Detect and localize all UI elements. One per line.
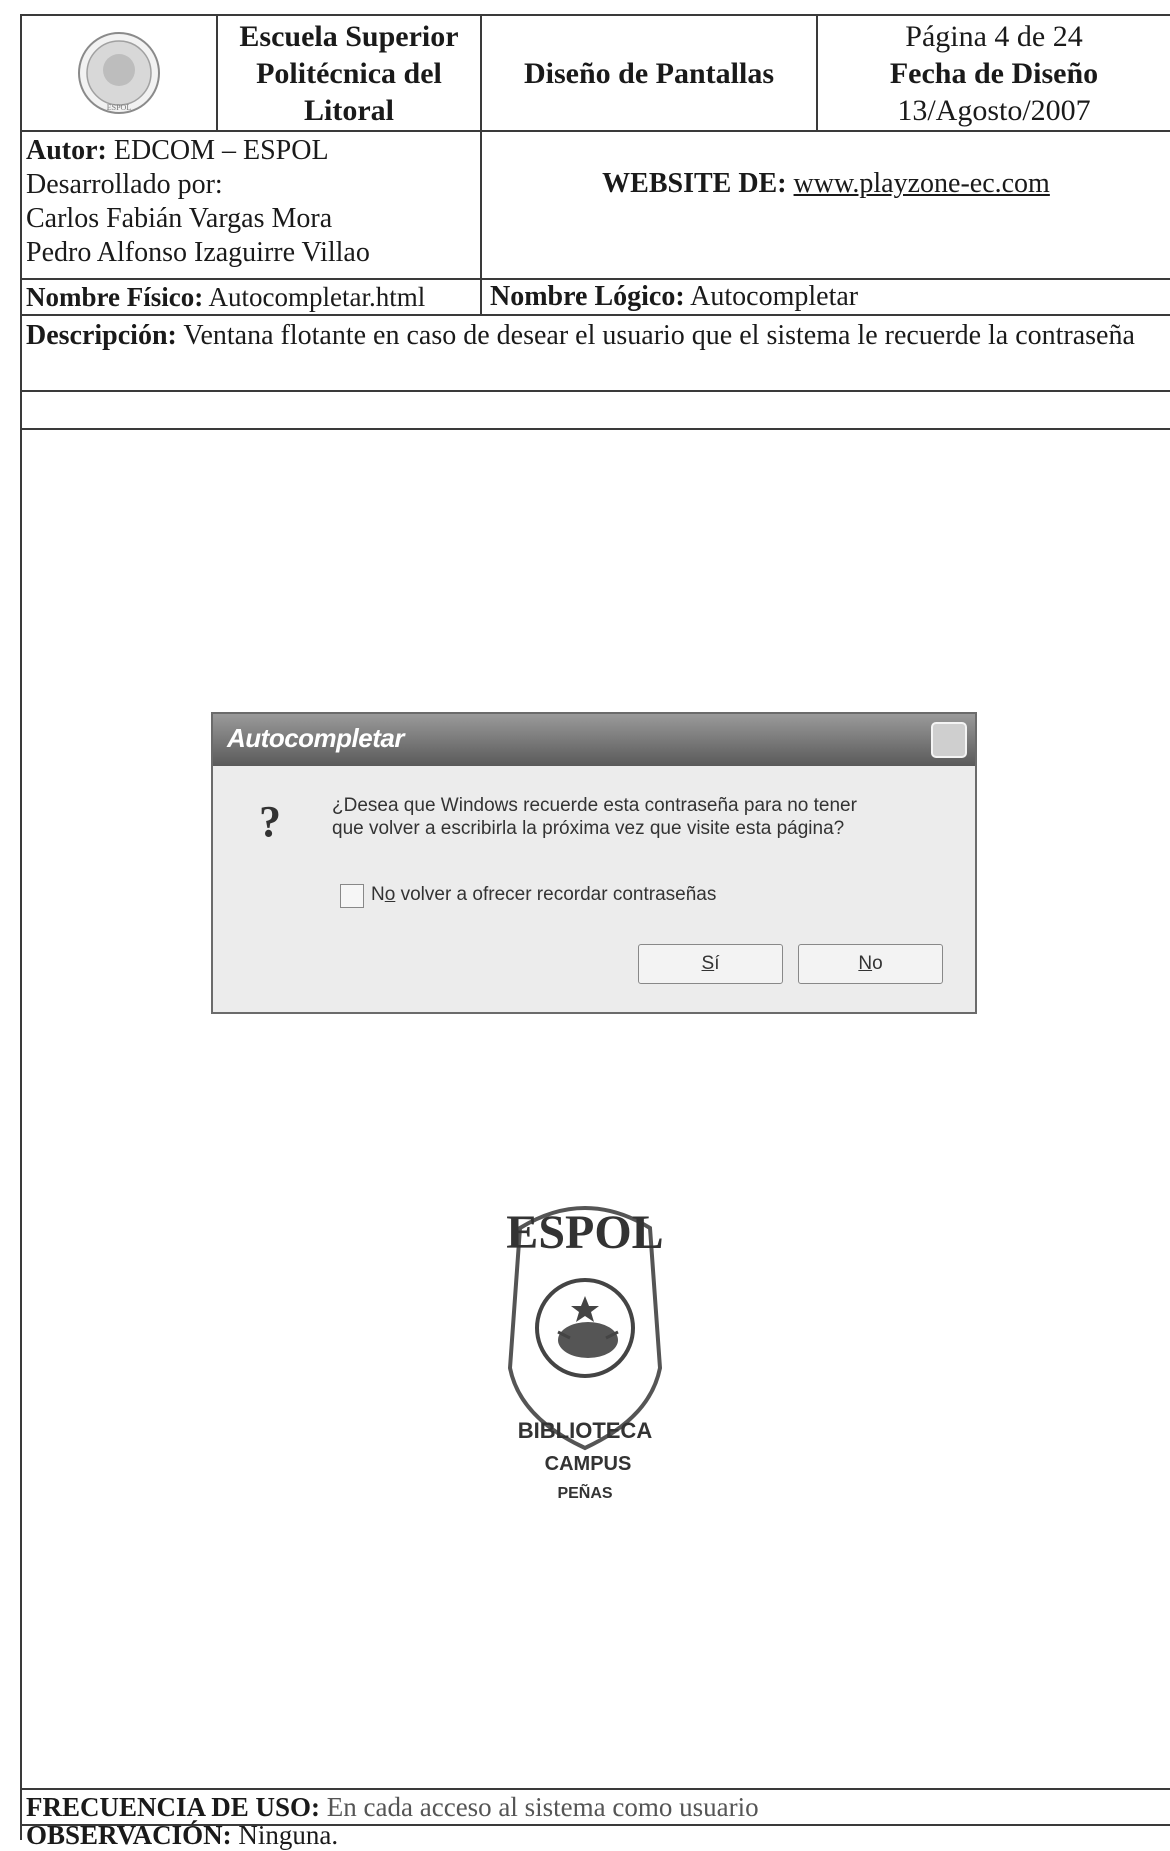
line-frequency-top bbox=[20, 1788, 1170, 1790]
line-header-bottom bbox=[20, 130, 1170, 132]
institution-name: Escuela Superior Politécnica del Litoral bbox=[218, 16, 480, 130]
frequency-label: FRECUENCIA DE USO: bbox=[26, 1792, 321, 1822]
page-info: Página 4 de 24 Fecha de Diseño 13/Agosto… bbox=[818, 16, 1170, 130]
yes-button-mnemonic: S bbox=[701, 953, 715, 974]
line-description-bottom bbox=[20, 390, 1170, 392]
no-button-mnemonic: N bbox=[858, 953, 873, 974]
developer-2: Pedro Alfonso Izaguirre Villao bbox=[26, 237, 370, 268]
logical-name-label: Nombre Lógico: bbox=[490, 281, 685, 312]
svg-text:ESPOL: ESPOL bbox=[107, 103, 132, 112]
physical-name-value: Autocompletar.html bbox=[208, 282, 426, 312]
espol-logo: ESPOL bbox=[22, 16, 216, 130]
author-label: Autor: bbox=[26, 135, 107, 166]
dialog-message-line-2: que volver a escribirla la próxima vez q… bbox=[332, 818, 845, 839]
author-value: EDCOM – ESPOL bbox=[113, 135, 329, 166]
website-block: WEBSITE DE: www.playzone-ec.com bbox=[482, 160, 1170, 208]
frequency-value: En cada acceso al sistema como usuario bbox=[326, 1792, 759, 1822]
observation-value: Ninguna. bbox=[238, 1820, 339, 1850]
dialog-message-line-1: ¿Desea que Windows recuerde esta contras… bbox=[332, 795, 857, 816]
yes-button-label: í bbox=[714, 953, 720, 974]
question-icon: ? bbox=[259, 797, 281, 846]
page-number: Página 4 de 24 bbox=[905, 19, 1083, 53]
dialog-message: ¿Desea que Windows recuerde esta contras… bbox=[332, 794, 962, 840]
checkbox-label-mnemonic: o bbox=[384, 884, 396, 905]
checkbox-label-part: N bbox=[371, 884, 385, 905]
svg-text:PEÑAS: PEÑAS bbox=[557, 1482, 612, 1502]
close-button[interactable] bbox=[931, 722, 967, 758]
description: Descripción: Ventana flotante en caso de… bbox=[26, 318, 1166, 354]
physical-name-label: Nombre Físico: bbox=[26, 282, 204, 312]
line-spacer-bottom bbox=[20, 428, 1170, 430]
dialog-title: Autocompletar bbox=[227, 723, 404, 753]
website-label: WEBSITE DE: bbox=[602, 168, 787, 199]
dialog-titlebar: Autocompletar bbox=[213, 714, 975, 766]
description-label: Descripción: bbox=[26, 320, 177, 351]
institution-line-1: Escuela Superior bbox=[239, 19, 459, 53]
remember-checkbox-label[interactable]: No volver a ofrecer recordar contraseñas bbox=[371, 884, 716, 906]
espol-emblem-icon: ESPOL bbox=[78, 32, 160, 114]
observation-label: OBSERVACIÓN: bbox=[26, 1820, 232, 1850]
line-names-bottom bbox=[20, 314, 1170, 316]
developer-1: Carlos Fabián Vargas Mora bbox=[26, 203, 333, 234]
yes-button[interactable]: Sí bbox=[638, 944, 783, 984]
logical-name-value: Autocompletar bbox=[690, 281, 859, 312]
no-button[interactable]: No bbox=[798, 944, 943, 984]
frequency-of-use: FRECUENCIA DE USO: En cada acceso al sis… bbox=[26, 1792, 1166, 1823]
checkbox-label-rest: volver a ofrecer recordar contraseñas bbox=[395, 884, 717, 905]
description-text: Ventana flotante en caso de desear el us… bbox=[183, 320, 1135, 351]
svg-text:CAMPUS: CAMPUS bbox=[545, 1453, 632, 1475]
document-title-text: Diseño de Pantallas bbox=[523, 56, 775, 90]
library-stamp-icon: ESPOL BIBLIOTECA CAMPUS PEÑAS bbox=[506, 1206, 663, 1502]
document-title: Diseño de Pantallas bbox=[482, 16, 816, 130]
developed-by-label: Desarrollado por: bbox=[26, 169, 223, 200]
physical-name: Nombre Físico: Autocompletar.html bbox=[26, 282, 476, 313]
observation: OBSERVACIÓN: Ninguna. bbox=[26, 1820, 1166, 1851]
svg-text:ESPOL: ESPOL bbox=[506, 1206, 663, 1259]
svg-text:BIBLIOTECA: BIBLIOTECA bbox=[518, 1418, 653, 1443]
institution-line-3: Litoral bbox=[304, 93, 394, 127]
no-button-label: o bbox=[872, 953, 883, 974]
border-left bbox=[20, 14, 22, 1840]
autocomplete-dialog: Autocompletar ? ¿Desea que Windows recue… bbox=[211, 712, 977, 1014]
website-link[interactable]: www.playzone-ec.com bbox=[794, 168, 1050, 199]
date-value: 13/Agosto/2007 bbox=[897, 93, 1091, 127]
remember-checkbox[interactable] bbox=[340, 884, 364, 908]
institution-line-2: Politécnica del bbox=[256, 56, 442, 90]
author-block: Autor: EDCOM – ESPOL Desarrollado por: C… bbox=[26, 134, 476, 270]
date-label: Fecha de Diseño bbox=[889, 56, 1099, 90]
logical-name: Nombre Lógico: Autocompletar bbox=[490, 280, 1160, 314]
